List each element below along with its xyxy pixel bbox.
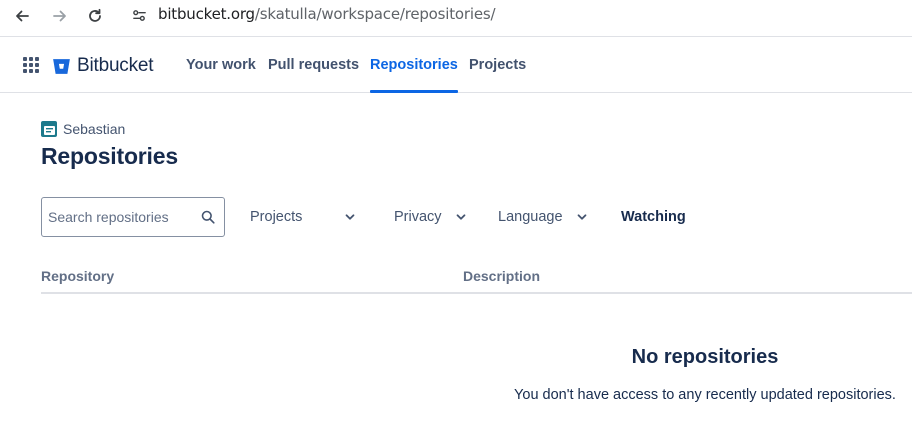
site-settings-icon[interactable] (129, 5, 149, 25)
browser-toolbar: bitbucket.org/skatulla/workspace/reposit… (0, 0, 912, 37)
language-filter[interactable]: Language (498, 203, 593, 231)
breadcrumb[interactable]: Sebastian (41, 121, 125, 137)
nav-repositories[interactable]: Repositories (370, 37, 458, 93)
empty-state-title: No repositories (631, 346, 779, 368)
back-button[interactable] (9, 3, 35, 29)
address-bar[interactable]: bitbucket.org/skatulla/workspace/reposit… (158, 4, 496, 24)
nav-pull-requests[interactable]: Pull requests (268, 37, 359, 93)
projects-filter[interactable]: Projects (250, 203, 360, 231)
chevron-down-icon (456, 214, 466, 220)
search-icon (201, 210, 215, 224)
workspace-avatar-icon (41, 121, 57, 137)
bitbucket-icon (53, 58, 70, 74)
table-header: Repository Description (41, 262, 912, 294)
empty-state-description: You don't have access to any recently up… (514, 387, 896, 403)
url-path: /skatulla/workspace/repositories/ (254, 5, 496, 23)
privacy-filter[interactable]: Privacy (394, 203, 474, 231)
projects-filter-label: Projects (250, 209, 303, 225)
nav-projects[interactable]: Projects (469, 37, 526, 93)
app-header: Bitbucket Your work Pull requests Reposi… (0, 37, 912, 93)
nav-your-work[interactable]: Your work (186, 37, 256, 93)
page-title: Repositories (41, 143, 178, 169)
reload-icon (89, 8, 101, 22)
workspace-name: Sebastian (63, 121, 126, 137)
search-input[interactable] (48, 198, 198, 236)
reload-button[interactable] (82, 3, 108, 29)
forward-button[interactable] (47, 3, 73, 29)
logo-text: Bitbucket (77, 55, 154, 76)
chevron-down-icon (345, 214, 355, 220)
chevron-down-icon (577, 214, 587, 220)
app-switcher-icon[interactable] (22, 56, 40, 74)
language-filter-label: Language (498, 209, 563, 225)
arrow-left-icon (16, 10, 29, 22)
watching-label: Watching (621, 209, 686, 225)
bitbucket-logo[interactable]: Bitbucket (52, 54, 154, 78)
arrow-right-icon (53, 10, 66, 22)
search-field[interactable] (41, 197, 225, 237)
url-domain: bitbucket.org (158, 5, 255, 23)
column-repository[interactable]: Repository (41, 268, 114, 284)
privacy-filter-label: Privacy (394, 209, 442, 225)
column-description: Description (463, 268, 541, 284)
watching-toggle[interactable]: Watching (621, 203, 686, 231)
